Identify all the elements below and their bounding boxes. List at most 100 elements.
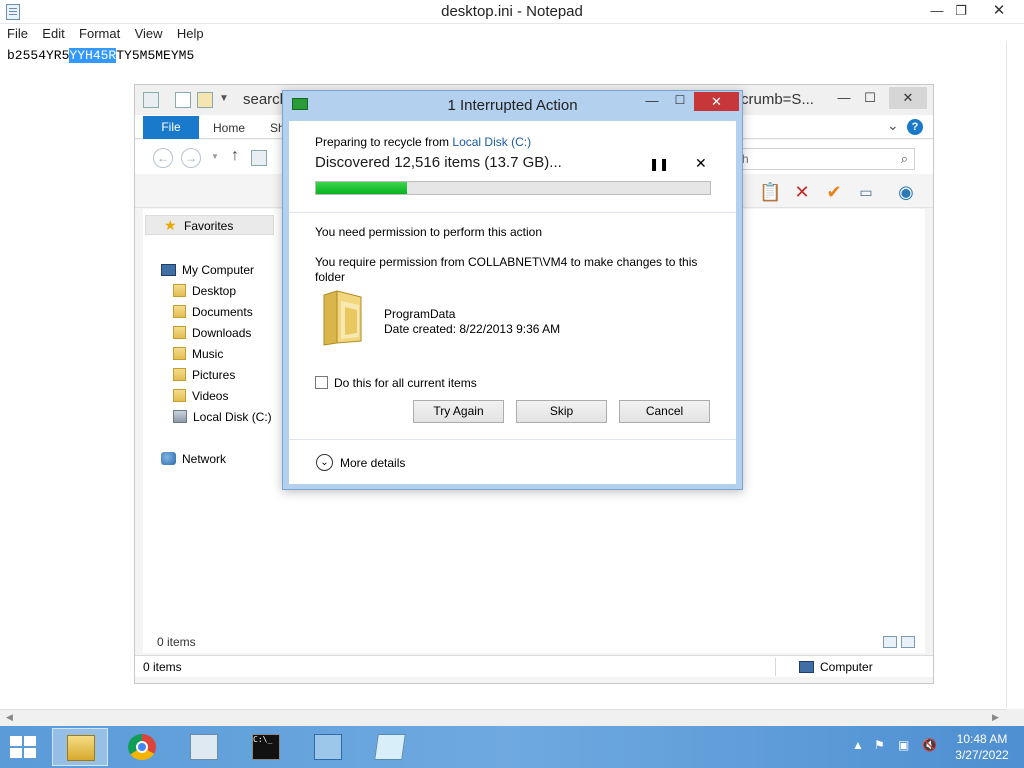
menu-view[interactable]: View: [128, 24, 163, 41]
chevron-down-icon[interactable]: ⌄: [316, 454, 333, 471]
tab-file[interactable]: File: [143, 116, 199, 139]
vertical-scrollbar[interactable]: [1006, 42, 1007, 708]
tray-expand-icon[interactable]: ▲: [852, 738, 864, 752]
tree-item-music[interactable]: Music: [173, 347, 223, 361]
star-icon: ★: [164, 217, 177, 233]
horizontal-scrollbar[interactable]: ◀ ▶: [0, 709, 1006, 726]
folder-icon: [173, 305, 186, 318]
preparing-text: Preparing to recycle from Local Disk (C:…: [315, 135, 531, 149]
task-manager-icon[interactable]: [176, 728, 232, 766]
favorites-header[interactable]: ★ Favorites: [145, 215, 274, 235]
search-input[interactable]: ch ⌕: [731, 148, 915, 170]
apply-all-checkbox[interactable]: [315, 376, 328, 389]
apply-all-label[interactable]: Do this for all current items: [334, 376, 477, 390]
quick-access-dropdown-icon[interactable]: ▼: [219, 93, 229, 104]
folder-icon: [173, 368, 186, 381]
back-icon[interactable]: ←: [153, 148, 173, 168]
notepad-titlebar: desktop.ini - Notepad — ❐ ✕: [0, 0, 1024, 24]
pause-icon[interactable]: ❚❚: [649, 157, 669, 171]
folder-icon: [173, 284, 186, 297]
skip-button[interactable]: Skip: [516, 400, 607, 423]
chrome-icon[interactable]: [114, 728, 170, 766]
check-icon[interactable]: ✔: [823, 181, 845, 203]
window-icon[interactable]: [300, 728, 356, 766]
tree-item-pictures[interactable]: Pictures: [173, 368, 235, 382]
forward-icon[interactable]: →: [181, 148, 201, 168]
tree-item-network[interactable]: Network: [161, 452, 226, 466]
properties-icon[interactable]: [143, 92, 159, 108]
clock-time: 10:48 AM: [956, 732, 1008, 746]
restore-button[interactable]: ❐: [946, 0, 976, 22]
stop-icon[interactable]: ✕: [695, 155, 707, 172]
more-details-link[interactable]: More details: [340, 456, 405, 470]
start-button[interactable]: [10, 736, 36, 758]
expand-ribbon-icon[interactable]: ⌄: [887, 117, 899, 134]
window-title: desktop.ini - Notepad: [441, 3, 583, 20]
rename-icon[interactable]: ▭: [855, 181, 877, 203]
explorer-close-button[interactable]: ✕: [889, 87, 927, 109]
folder-icon: [173, 389, 186, 402]
tree-label: Music: [192, 347, 224, 361]
computer-icon: [161, 264, 176, 276]
local-disk-link[interactable]: Local Disk (C:): [452, 135, 531, 149]
text-after: TY5M5MEYM5: [116, 48, 195, 63]
status-computer-label: Computer: [820, 660, 873, 674]
file-explorer-icon[interactable]: [52, 728, 108, 766]
recent-dropdown-icon[interactable]: ▼: [211, 152, 219, 161]
scroll-right-icon[interactable]: ▶: [992, 712, 999, 723]
menu-file[interactable]: File: [0, 24, 28, 41]
taskbar: C:\_ ▲ ⚑ ▣ 🔇 10:48 AM 3/27/2022: [0, 726, 1024, 768]
tree-item-downloads[interactable]: Downloads: [173, 326, 251, 340]
tree-item-documents[interactable]: Documents: [173, 305, 253, 319]
up-icon[interactable]: ↑: [231, 147, 239, 165]
action-center-icon[interactable]: ⚑: [874, 738, 885, 752]
menu-help[interactable]: Help: [170, 24, 204, 41]
globe-icon[interactable]: ◉: [895, 181, 917, 203]
drive-icon: [173, 410, 187, 423]
close-button[interactable]: ✕: [984, 0, 1014, 22]
scroll-left-icon[interactable]: ◀: [6, 712, 13, 723]
tree-item-videos[interactable]: Videos: [173, 389, 228, 403]
menu-edit[interactable]: Edit: [35, 24, 64, 41]
tree-label: My Computer: [182, 263, 255, 277]
try-again-button[interactable]: Try Again: [413, 400, 504, 423]
dialog-maximize-button[interactable]: ☐: [667, 93, 693, 113]
explorer-maximize-button[interactable]: ☐: [855, 87, 885, 109]
volume-icon[interactable]: 🔇: [922, 738, 937, 752]
menu-format[interactable]: Format: [72, 24, 120, 41]
delete-icon[interactable]: ✕: [791, 181, 813, 203]
network-tray-icon[interactable]: ▣: [898, 738, 909, 752]
size-grip: [1006, 709, 1024, 726]
notepad-text-area[interactable]: b2554YR5YYH45RTY5M5MEYM5: [7, 48, 194, 63]
details-view-icon[interactable]: [883, 636, 897, 648]
notepad-icon[interactable]: [362, 728, 418, 766]
clock[interactable]: 10:48 AM 3/27/2022: [946, 731, 1018, 763]
help-icon[interactable]: ?: [907, 119, 923, 135]
explorer-title-right: crumb=S...: [741, 91, 814, 108]
new-doc-icon[interactable]: [175, 92, 191, 108]
tree-item-computer[interactable]: My Computer: [161, 263, 254, 277]
dialog-minimize-button[interactable]: —: [639, 93, 665, 113]
search-icon[interactable]: ⌕: [901, 151, 908, 167]
tree-label: Documents: [192, 305, 253, 319]
tree-item-desktop[interactable]: Desktop: [173, 284, 236, 298]
folder-date: Date created: 8/22/2013 9:36 AM: [384, 322, 561, 336]
require-permission-text: You require permission from COLLABNET\VM…: [315, 255, 698, 284]
tab-home[interactable]: Home: [213, 121, 245, 135]
text-before: b2554YR5: [7, 48, 70, 63]
dialog-close-button[interactable]: ✕: [694, 92, 739, 111]
clipboard-icon[interactable]: 📋: [759, 181, 781, 203]
large-icons-view-icon[interactable]: [901, 636, 915, 648]
cmd-icon[interactable]: C:\_: [238, 728, 294, 766]
preparing-prefix: Preparing to recycle from: [315, 135, 453, 149]
tree-label: Network: [182, 452, 227, 466]
status-divider: [775, 658, 776, 676]
new-folder-icon[interactable]: [197, 92, 213, 108]
status-bar: 0 items Computer: [135, 655, 933, 677]
favorites-label: Favorites: [184, 219, 234, 233]
folder-icon: [323, 290, 362, 346]
tree-item-local-disk[interactable]: Local Disk (C:): [173, 410, 272, 424]
cancel-button[interactable]: Cancel: [619, 400, 710, 423]
address-icon: [251, 150, 267, 166]
progress-bar: [315, 181, 711, 195]
